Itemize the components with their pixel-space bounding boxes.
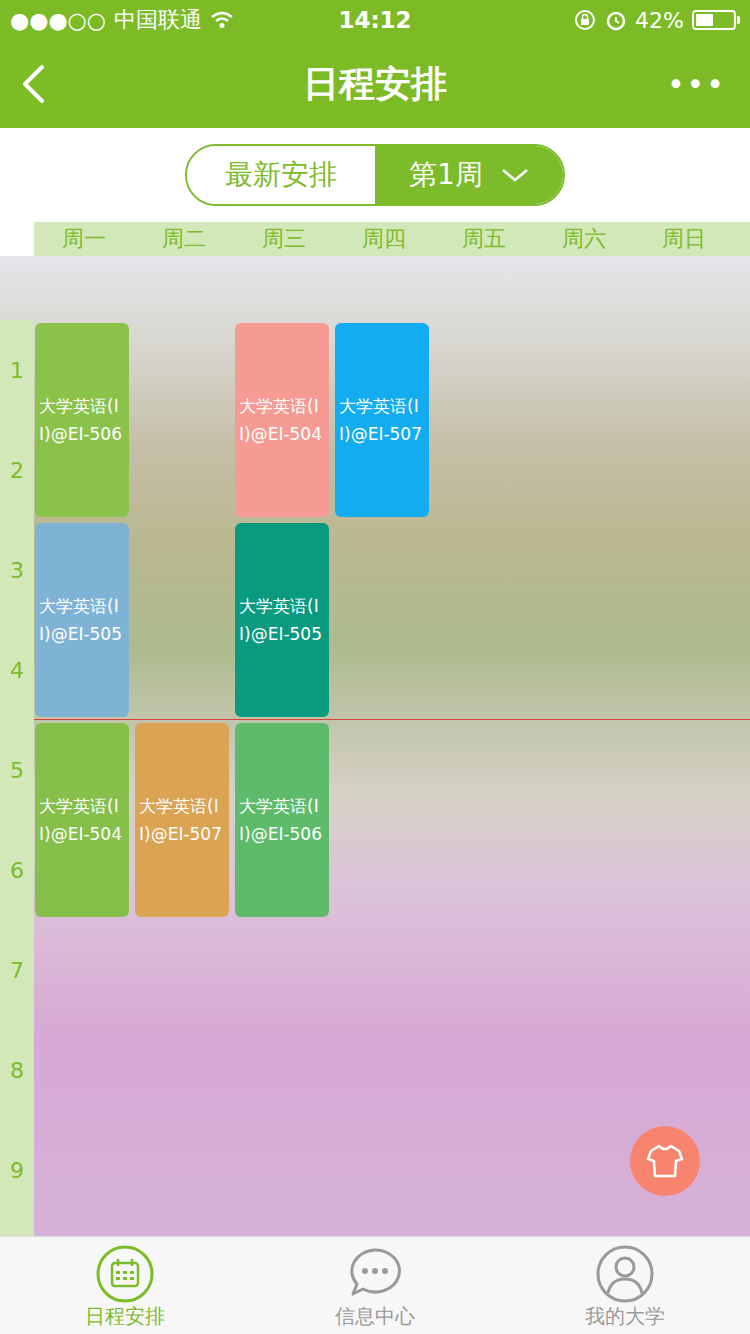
period-number: 6 <box>0 820 34 920</box>
wifi-icon <box>210 11 234 29</box>
period-number: 8 <box>0 1020 34 1120</box>
more-button[interactable]: ••• <box>667 67 726 102</box>
week-selector-area: 最新安排第1周 <box>0 128 750 222</box>
weekday-label: 周三 <box>234 222 334 256</box>
signal-strength: ●●●○○ <box>10 8 106 33</box>
back-icon[interactable] <box>20 64 46 104</box>
period-number: 2 <box>0 420 34 520</box>
dropdown-chevron-icon <box>501 167 529 183</box>
period-number: 5 <box>0 720 34 820</box>
weekday-label: 周五 <box>434 222 534 256</box>
weekday-label: 周四 <box>334 222 434 256</box>
segment-button[interactable]: 最新安排 <box>187 146 375 204</box>
nav-bar: 日程安排 ••• <box>0 40 750 128</box>
period-number: 9 <box>0 1120 34 1220</box>
segmented-control: 最新安排第1周 <box>185 144 565 206</box>
period-number: 4 <box>0 620 34 720</box>
calendar-icon <box>95 1244 155 1304</box>
tab-item[interactable]: 日程安排 <box>0 1237 250 1334</box>
period-number: 7 <box>0 920 34 1020</box>
segment-button[interactable]: 第1周 <box>375 146 563 204</box>
timetable-grid: 123456789大学英语(II)@EI-506大学英语(II)@EI-504大… <box>0 256 750 1236</box>
rotation-lock-icon <box>573 8 597 32</box>
person-icon <box>595 1244 655 1304</box>
course-card[interactable]: 大学英语(II)@EI-507 <box>135 723 229 917</box>
shirt-icon <box>645 1141 685 1181</box>
course-card[interactable]: 大学英语(II)@EI-504 <box>35 723 129 917</box>
chat-icon <box>345 1244 405 1304</box>
course-card[interactable]: 大学英语(II)@EI-507 <box>335 323 429 517</box>
course-card[interactable]: 大学英语(II)@EI-506 <box>235 723 329 917</box>
tab-bar: 日程安排信息中心我的大学 <box>0 1236 750 1334</box>
battery-icon <box>692 10 736 30</box>
tab-item[interactable]: 我的大学 <box>500 1237 750 1334</box>
alarm-icon <box>605 9 627 31</box>
course-card[interactable]: 大学英语(II)@EI-505 <box>35 523 129 717</box>
battery-percent: 42% <box>635 8 684 33</box>
weekday-label: 周日 <box>634 222 734 256</box>
course-card[interactable]: 大学英语(II)@EI-506 <box>35 323 129 517</box>
page-title: 日程安排 <box>303 60 447 109</box>
period-number: 1 <box>0 320 34 420</box>
weekday-label: 周一 <box>34 222 134 256</box>
status-bar: ●●●○○ 中国联通 14:12 42% <box>0 0 750 40</box>
course-card[interactable]: 大学英语(II)@EI-505 <box>235 523 329 717</box>
weekday-header: 周一周二周三周四周五周六周日 <box>0 222 750 256</box>
schedule-screen: ●●●○○中国联通14:1242%日程安排•••最新安排第1周周一周二周三周四周… <box>0 0 750 1334</box>
clock: 14:12 <box>338 7 411 33</box>
current-time-line <box>34 719 750 720</box>
carrier: 中国联通 <box>114 5 202 35</box>
theme-button[interactable] <box>630 1126 700 1196</box>
weekday-label: 周六 <box>534 222 634 256</box>
period-number: 3 <box>0 520 34 620</box>
course-card[interactable]: 大学英语(II)@EI-504 <box>235 323 329 517</box>
tab-item[interactable]: 信息中心 <box>250 1237 500 1334</box>
weekday-label: 周二 <box>134 222 234 256</box>
